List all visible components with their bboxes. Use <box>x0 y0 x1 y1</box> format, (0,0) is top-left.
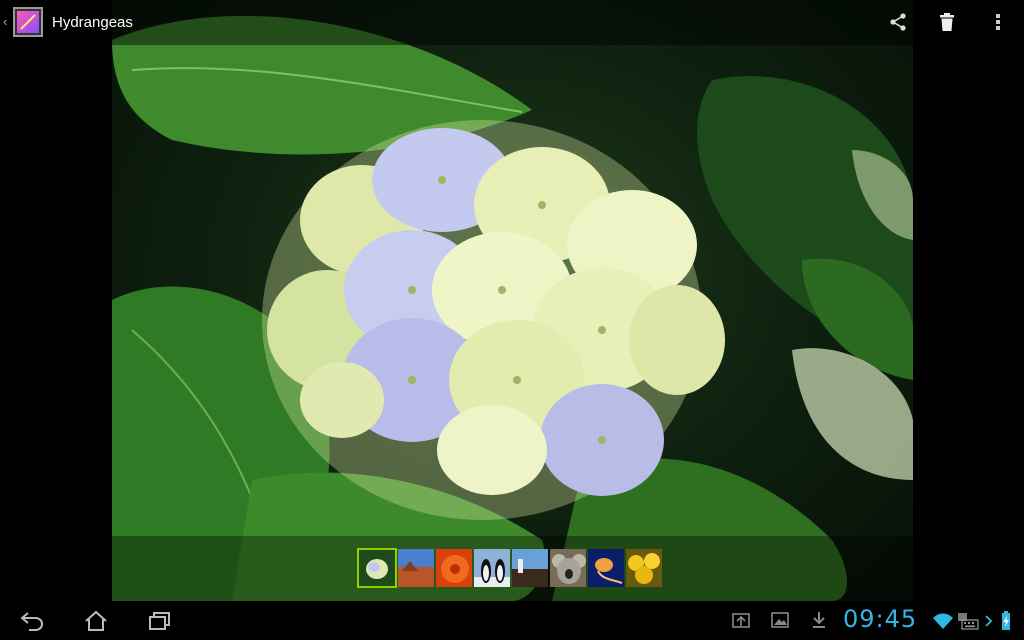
share-icon[interactable] <box>884 8 912 36</box>
up-caret-icon[interactable]: ‹ <box>3 14 7 29</box>
photo-view[interactable] <box>112 0 913 601</box>
status-clock[interactable]: 09:45 <box>843 605 917 633</box>
gallery-icon[interactable] <box>13 7 43 37</box>
keyboard-icon <box>957 611 979 631</box>
overflow-menu-icon[interactable] <box>984 8 1012 36</box>
wifi-icon <box>932 612 954 630</box>
charging-battery-icon <box>984 611 1014 631</box>
thumbnail-jellyfish[interactable] <box>587 548 625 588</box>
gallery-notification-icon[interactable] <box>770 610 790 630</box>
thumbnail-koala[interactable] <box>549 548 587 588</box>
thumbnail-desert[interactable] <box>397 548 435 588</box>
download-icon[interactable] <box>810 610 828 630</box>
home-icon[interactable] <box>80 607 112 635</box>
thumbnail-lighthouse[interactable] <box>511 548 549 588</box>
thumbnail-tulips[interactable] <box>625 548 663 588</box>
filmstrip <box>357 548 663 590</box>
page-title: Hydrangeas <box>52 14 133 31</box>
trash-icon[interactable] <box>933 8 961 36</box>
screenshot-icon[interactable] <box>731 610 751 630</box>
hydrangea-photo <box>112 15 913 601</box>
recent-apps-icon[interactable] <box>144 607 176 635</box>
thumbnail-chrysanthemum[interactable] <box>435 548 473 588</box>
thumbnail-penguins[interactable] <box>473 548 511 588</box>
back-icon[interactable] <box>16 607 48 635</box>
action-bar: ‹ Hydrangeas <box>0 0 1024 45</box>
thumbnail-hydrangeas[interactable] <box>357 548 397 588</box>
